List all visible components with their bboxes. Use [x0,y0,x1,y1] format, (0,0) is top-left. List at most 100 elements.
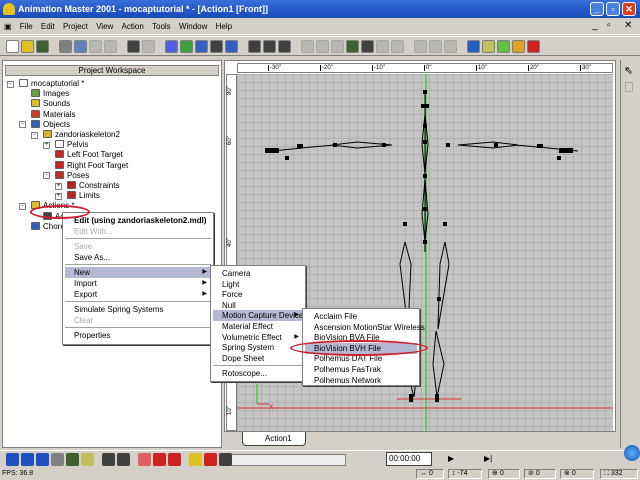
menu-edit[interactable]: Edit [38,18,58,35]
menu-item[interactable]: Null [213,300,303,311]
menu-item[interactable]: Acclaim File [305,311,417,322]
stride-icon[interactable] [376,40,389,53]
undo-icon[interactable] [127,40,140,53]
window-icon[interactable] [219,453,232,466]
move-icon[interactable] [414,40,427,53]
menu-item[interactable]: Camera [213,268,303,279]
menu-item[interactable]: Motion Capture Device ▶ [213,310,303,322]
menu-item[interactable]: Export ▶ [65,289,211,300]
tree-toggle[interactable]: - [43,172,50,180]
record-icon[interactable] [138,453,151,466]
menu-item[interactable]: Save As... [65,252,211,263]
menu-item[interactable]: Simulate Spring Systems [65,304,211,315]
properties-icon[interactable] [210,40,223,53]
menu-item[interactable]: Dope Sheet [213,353,303,364]
menu-item[interactable]: Polhemus FasTrak [305,364,417,375]
menu-item[interactable]: Properties [65,330,211,341]
menu-project[interactable]: Project [60,18,91,35]
bulb-icon[interactable] [527,40,540,53]
menu-item[interactable]: Light [213,279,303,290]
menu-tools[interactable]: Tools [149,18,174,35]
pen-icon[interactable] [81,453,94,466]
menu-item[interactable]: Edit With... [65,226,211,237]
tree-item[interactable]: Left Foot Target [55,150,123,160]
menu-item[interactable]: Save [65,241,211,252]
rotate-icon[interactable] [429,40,442,53]
menu-item[interactable]: New ▶ [65,267,211,279]
maximize-button[interactable]: ▫ [606,2,620,16]
open-icon[interactable] [21,40,34,53]
tree-item[interactable]: Limits [67,191,100,201]
pan-icon[interactable] [248,40,261,53]
tree-toggle[interactable]: + [55,192,62,200]
skeleton-icon[interactable] [168,453,181,466]
etc-icon[interactable] [117,453,130,466]
menu-item[interactable]: Clear [65,315,211,326]
new-icon[interactable] [6,40,19,53]
help-icon[interactable] [225,40,238,53]
menu-view[interactable]: View [93,18,116,35]
copy-icon[interactable] [74,40,87,53]
path-icon[interactable] [497,40,510,53]
menu-item[interactable]: Ascension MotionStar Wireless [305,322,425,333]
link-icon[interactable] [51,453,64,466]
lock-icon[interactable] [625,82,633,92]
globe-icon[interactable] [467,40,480,53]
rotate-icon[interactable] [36,453,49,466]
move-icon[interactable] [6,453,19,466]
bias-icon[interactable] [102,453,115,466]
cursor-icon[interactable] [482,40,495,53]
import-icon[interactable] [165,40,178,53]
menu-item[interactable]: Edit (using zandoriaskeleton2.mdl) [65,215,211,226]
animate-icon[interactable] [346,40,359,53]
redo-icon[interactable] [142,40,155,53]
muscle-icon[interactable] [316,40,329,53]
tree-toggle[interactable]: - [19,202,26,210]
paste-icon[interactable] [89,40,102,53]
time-field[interactable]: 00:00:00 [386,452,432,466]
menu-item[interactable]: Polhemus Network [305,375,417,386]
play-icon[interactable]: ▶ [448,454,454,463]
next-frame-icon[interactable]: ▶| [484,454,492,463]
tree-item[interactable]: Images [31,89,69,99]
tree-item[interactable]: Poses [55,170,89,181]
render-icon[interactable] [195,40,208,53]
tree-toggle[interactable]: - [19,121,26,129]
close-button[interactable]: ✕ [622,2,636,16]
tree-toggle[interactable]: - [31,131,38,139]
action-icon[interactable] [66,453,79,466]
zoom-icon[interactable] [263,40,276,53]
doc-icon[interactable]: ▣ [0,18,15,35]
tree-toggle[interactable]: + [55,182,62,190]
menu-action[interactable]: Action [119,18,147,35]
save-icon[interactable] [36,40,49,53]
tree-toggle[interactable]: + [43,141,50,149]
tree-toggle[interactable]: - [7,80,14,88]
tree-item[interactable]: Materials [31,109,75,120]
menu-item[interactable]: Volumetric Effect ▶ [213,332,303,343]
ik-icon[interactable] [391,40,404,53]
menu-item[interactable]: Import ▶ [65,278,211,289]
menu-item[interactable]: Rotoscope... [213,368,303,379]
tree-item[interactable]: Sounds [31,99,70,109]
skin-icon[interactable] [331,40,344,53]
menu-window[interactable]: Window [176,18,210,35]
key-icon[interactable] [189,453,202,466]
scale-icon[interactable] [444,40,457,53]
delete-icon[interactable] [104,40,117,53]
turn-icon[interactable] [278,40,291,53]
doc-minimize-button[interactable]: _ [592,20,598,31]
chart-icon[interactable] [512,40,525,53]
tree-item[interactable]: zandoriaskeleton2 [43,130,120,140]
minimize-button[interactable]: _ [590,2,604,16]
menu-file[interactable]: File [17,18,36,35]
export-icon[interactable] [180,40,193,53]
action-icon[interactable] [361,40,374,53]
bones-icon[interactable] [301,40,314,53]
cut-icon[interactable] [59,40,72,53]
doc-close-button[interactable]: ✕ [624,20,632,31]
tree-item[interactable]: Pelvis [55,140,88,150]
menu-item[interactable]: Force [213,289,303,300]
menu-item[interactable]: Material Effect [213,321,303,332]
menu-help[interactable]: Help [213,18,235,35]
